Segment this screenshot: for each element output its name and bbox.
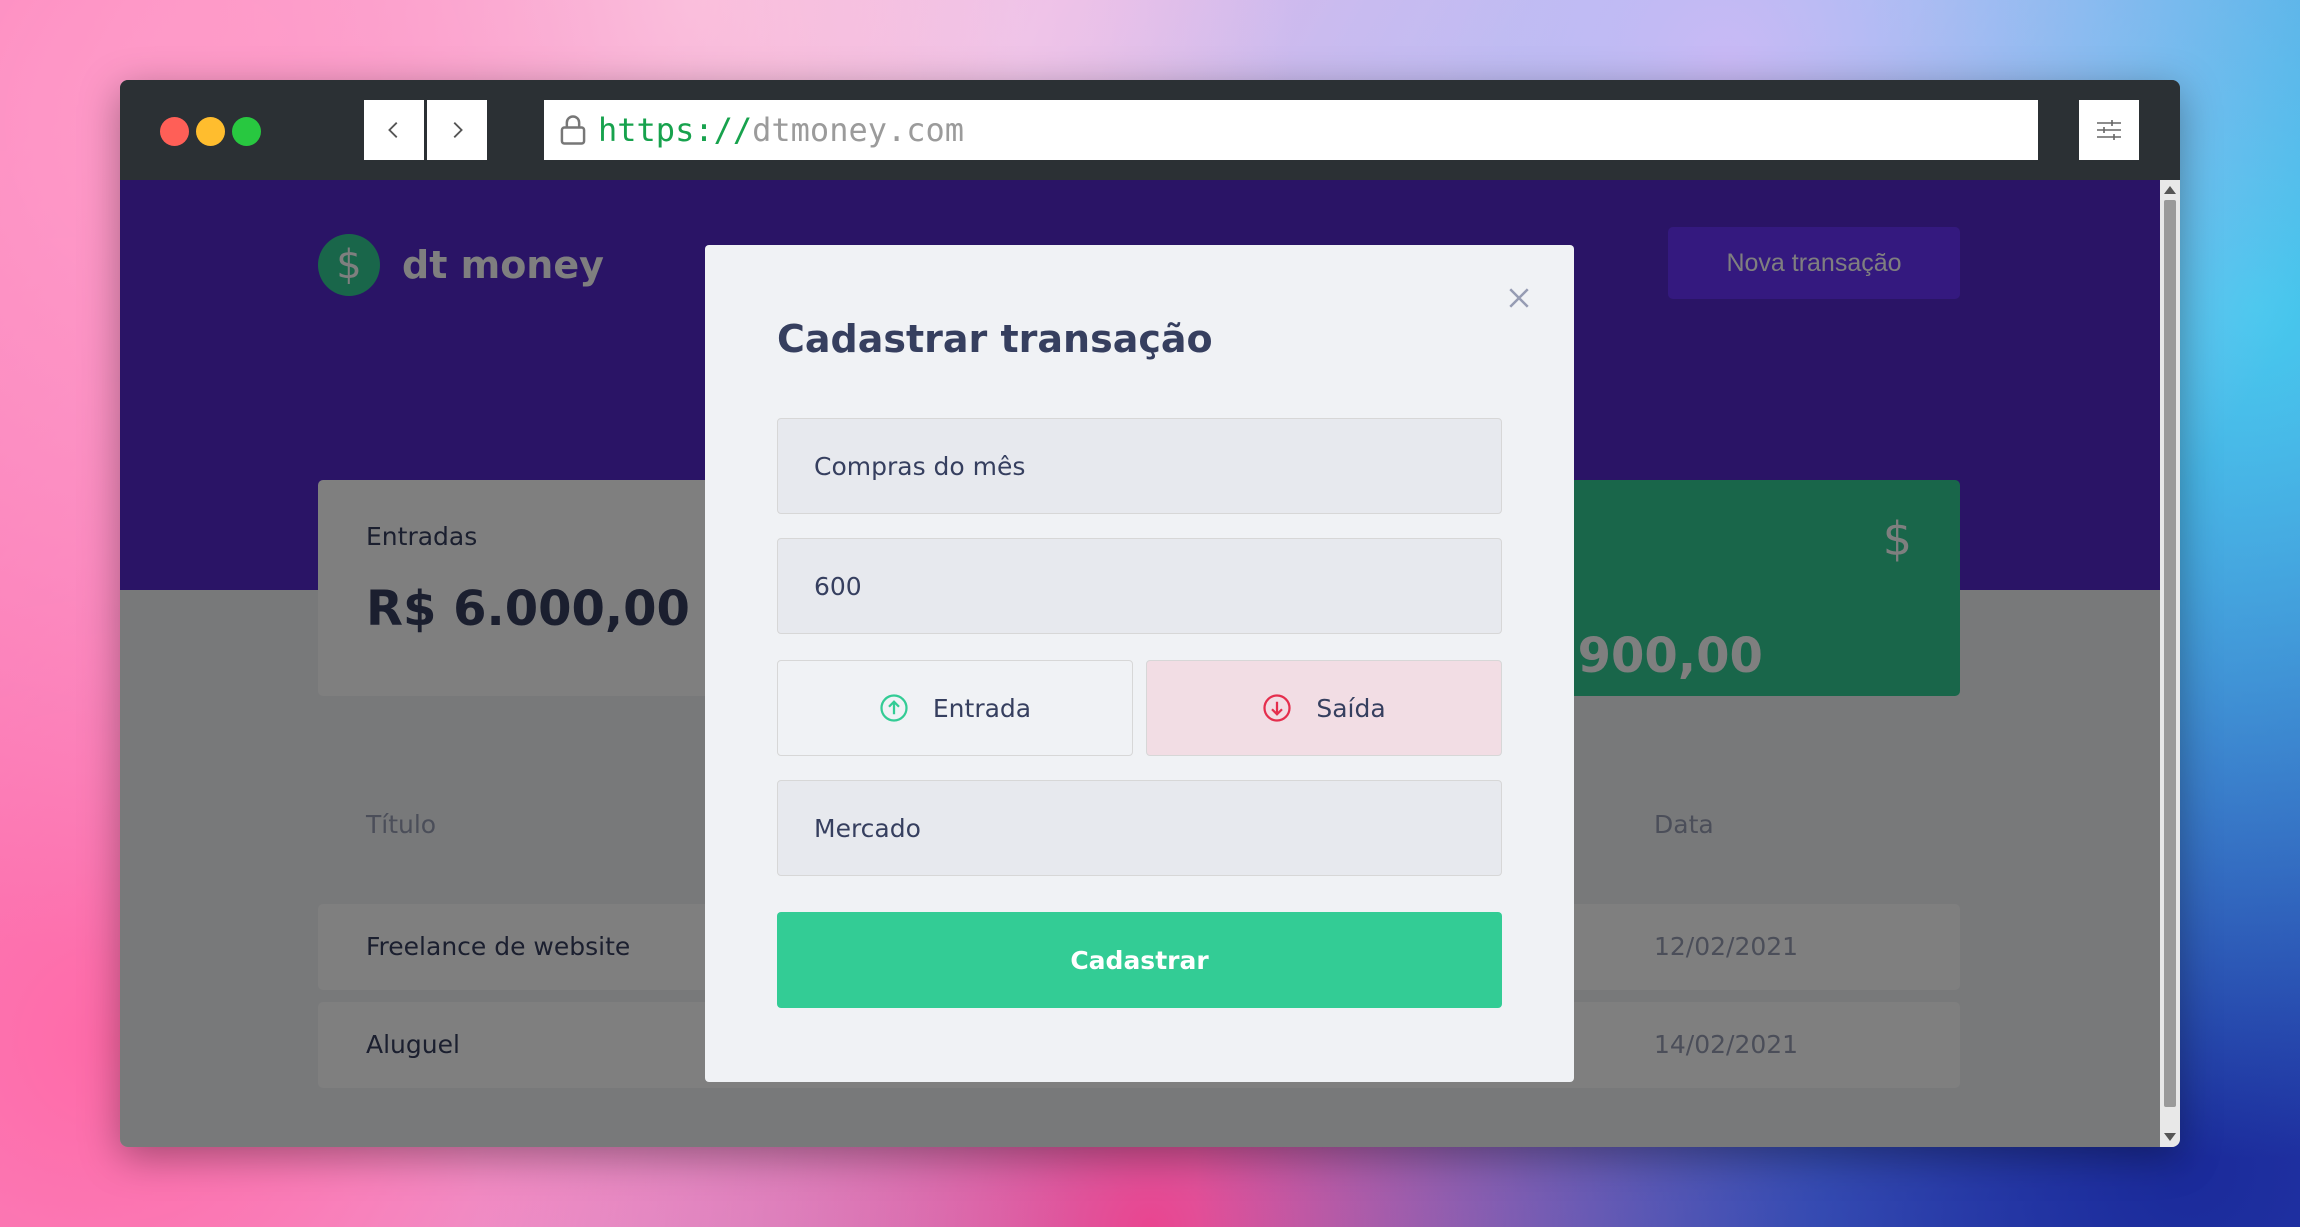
sliders-icon: [2097, 120, 2121, 140]
back-button[interactable]: [364, 100, 424, 160]
close-icon[interactable]: [1504, 283, 1534, 313]
income-type-label: Entrada: [932, 693, 1032, 723]
chevron-right-icon: [453, 122, 463, 138]
outcome-type-button[interactable]: Saída: [1146, 660, 1502, 756]
modal-title: Cadastrar transação: [777, 317, 1213, 361]
minimize-window-dot[interactable]: [196, 117, 225, 146]
submit-button[interactable]: Cadastrar: [777, 912, 1502, 1008]
new-transaction-modal: Cadastrar transação Entrada Saída Cadast…: [705, 245, 1574, 1082]
income-type-button[interactable]: Entrada: [777, 660, 1133, 756]
settings-button[interactable]: [2079, 100, 2139, 160]
scroll-down-arrow-icon[interactable]: [2164, 1133, 2176, 1141]
maximize-window-dot[interactable]: [232, 117, 261, 146]
scrollbar-thumb[interactable]: [2164, 200, 2176, 1107]
lock-icon: [560, 115, 586, 145]
url-host: dtmoney.com: [752, 111, 965, 149]
browser-chrome: https://dtmoney.com: [120, 80, 2180, 180]
url-protocol: https://: [598, 111, 753, 149]
title-input[interactable]: [777, 418, 1502, 514]
amount-input[interactable]: [777, 538, 1502, 634]
arrow-up-circle-icon: [880, 694, 908, 722]
close-window-dot[interactable]: [160, 117, 189, 146]
forward-button[interactable]: [427, 100, 487, 160]
vertical-scrollbar[interactable]: [2160, 180, 2180, 1147]
arrow-down-circle-icon: [1263, 694, 1291, 722]
scroll-up-arrow-icon[interactable]: [2164, 186, 2176, 194]
address-bar[interactable]: https://dtmoney.com: [544, 100, 2038, 160]
category-input[interactable]: [777, 780, 1502, 876]
outcome-type-label: Saída: [1316, 693, 1386, 723]
chevron-left-icon: [388, 122, 398, 138]
